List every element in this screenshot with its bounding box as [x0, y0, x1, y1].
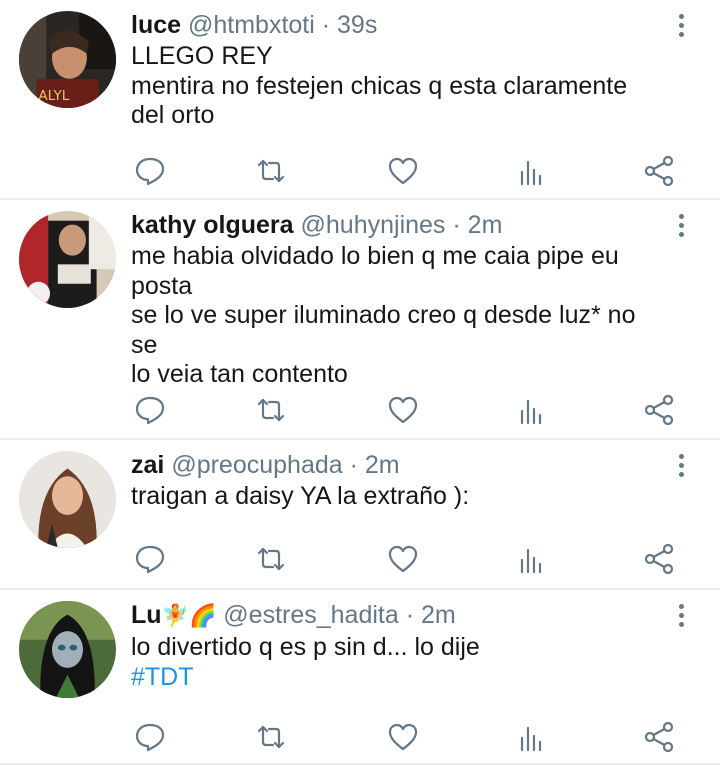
- share-icon[interactable]: [643, 394, 675, 426]
- separator-dot: ·: [452, 211, 461, 239]
- tweet-text-line: del orto: [131, 101, 215, 129]
- separator-dot: ·: [321, 11, 331, 39]
- timestamp[interactable]: 2m: [468, 211, 503, 239]
- avatar[interactable]: ALYL: [19, 11, 116, 108]
- avatar[interactable]: [19, 451, 116, 548]
- share-icon[interactable]: [643, 721, 675, 753]
- tweet[interactable]: zai @preocuphada · 2m traigan a daisy YA…: [0, 440, 720, 590]
- share-icon[interactable]: [643, 155, 675, 187]
- heart-icon[interactable]: [387, 544, 419, 574]
- username-handle[interactable]: @htmbxtoti: [188, 11, 315, 39]
- reply-icon[interactable]: [134, 156, 166, 186]
- hashtag-link[interactable]: #TDT: [131, 663, 660, 693]
- tweet-text-line: lo veia tan contento: [131, 360, 348, 388]
- svg-text:ALYL: ALYL: [38, 88, 69, 104]
- reply-icon[interactable]: [134, 544, 166, 574]
- share-icon[interactable]: [643, 543, 675, 575]
- avatar[interactable]: [19, 601, 116, 698]
- display-name[interactable]: luce: [131, 11, 181, 39]
- tweet-text-line: mentira no festejen chicas q esta claram…: [131, 71, 628, 100]
- tweet-text-line: LLEGO REY: [131, 42, 273, 70]
- heart-icon[interactable]: [387, 395, 419, 425]
- heart-icon[interactable]: [387, 722, 419, 752]
- tweet-header: luce @htmbxtoti · 39s: [131, 8, 660, 42]
- analytics-icon[interactable]: [516, 544, 548, 574]
- tweet-header: kathy olguera @huhynjines · 2m: [131, 208, 660, 242]
- more-vertical-icon[interactable]: [676, 604, 686, 630]
- timestamp[interactable]: 2m: [365, 451, 400, 479]
- tweet-content: zai @preocuphada · 2m traigan a daisy YA…: [131, 448, 660, 512]
- tweet-header: Lu🧚🌈 @estres_hadita · 2m: [131, 598, 660, 633]
- reply-icon[interactable]: [134, 722, 166, 752]
- more-vertical-icon[interactable]: [676, 214, 686, 240]
- tweet-actions: [131, 543, 676, 575]
- tweet-text: traigan a daisy YA la extraño ):: [131, 482, 660, 512]
- username-handle[interactable]: @preocuphada: [171, 451, 342, 479]
- tweet-content: Lu🧚🌈 @estres_hadita · 2m lo divertido q …: [131, 598, 660, 692]
- heart-icon[interactable]: [387, 156, 419, 186]
- analytics-icon[interactable]: [516, 156, 548, 186]
- analytics-icon[interactable]: [516, 395, 548, 425]
- reply-icon[interactable]: [134, 395, 166, 425]
- tweet[interactable]: ALYL luce @htmbxtoti · 39s LLEGO REY men…: [0, 0, 720, 200]
- tweet-text-line: me habia olvidado lo bien q me caia pipe…: [131, 242, 619, 270]
- username-handle[interactable]: @huhynjines: [301, 211, 446, 239]
- avatar[interactable]: [19, 211, 116, 308]
- username-handle[interactable]: @estres_hadita: [223, 601, 398, 629]
- tweet-actions: [131, 155, 676, 187]
- separator-dot: ·: [405, 601, 415, 629]
- tweet-text: lo divertido q es p sin d... lo dije #TD…: [131, 633, 660, 692]
- timestamp[interactable]: 2m: [421, 601, 456, 629]
- more-vertical-icon[interactable]: [676, 14, 686, 40]
- display-name[interactable]: zai: [131, 451, 164, 479]
- tweet-text-line: traigan a daisy YA la extraño ):: [131, 482, 470, 510]
- tweet-header: zai @preocuphada · 2m: [131, 448, 660, 482]
- display-name[interactable]: Lu: [131, 601, 162, 629]
- analytics-icon[interactable]: [516, 722, 548, 752]
- display-name[interactable]: kathy olguera: [131, 211, 294, 239]
- tweet-text: LLEGO REY mentira no festejen chicas q e…: [131, 42, 660, 131]
- tweet-text-line: lo divertido q es p sin d... lo dije: [131, 633, 480, 661]
- timeline-feed: ALYL luce @htmbxtoti · 39s LLEGO REY men…: [0, 0, 720, 765]
- tweet-actions: [131, 394, 676, 426]
- tweet[interactable]: Lu🧚🌈 @estres_hadita · 2m lo divertido q …: [0, 590, 720, 765]
- retweet-icon[interactable]: [255, 395, 287, 425]
- timestamp[interactable]: 39s: [337, 11, 377, 39]
- retweet-icon[interactable]: [255, 544, 287, 574]
- tweet-content: kathy olguera @huhynjines · 2m me habia …: [131, 208, 660, 390]
- tweet-content: luce @htmbxtoti · 39s LLEGO REY mentira …: [131, 8, 660, 131]
- tweet-actions: [131, 721, 676, 753]
- separator-dot: ·: [349, 451, 358, 479]
- more-vertical-icon[interactable]: [676, 454, 686, 480]
- tweet-text: me habia olvidado lo bien q me caia pipe…: [131, 242, 660, 390]
- tweet[interactable]: kathy olguera @huhynjines · 2m me habia …: [0, 200, 720, 440]
- tweet-text-line: posta: [131, 271, 193, 300]
- retweet-icon[interactable]: [255, 156, 287, 186]
- name-emoji: 🧚🌈: [161, 603, 217, 628]
- tweet-text-line: se lo ve super iluminado creo q desde lu…: [131, 301, 636, 359]
- retweet-icon[interactable]: [255, 722, 287, 752]
